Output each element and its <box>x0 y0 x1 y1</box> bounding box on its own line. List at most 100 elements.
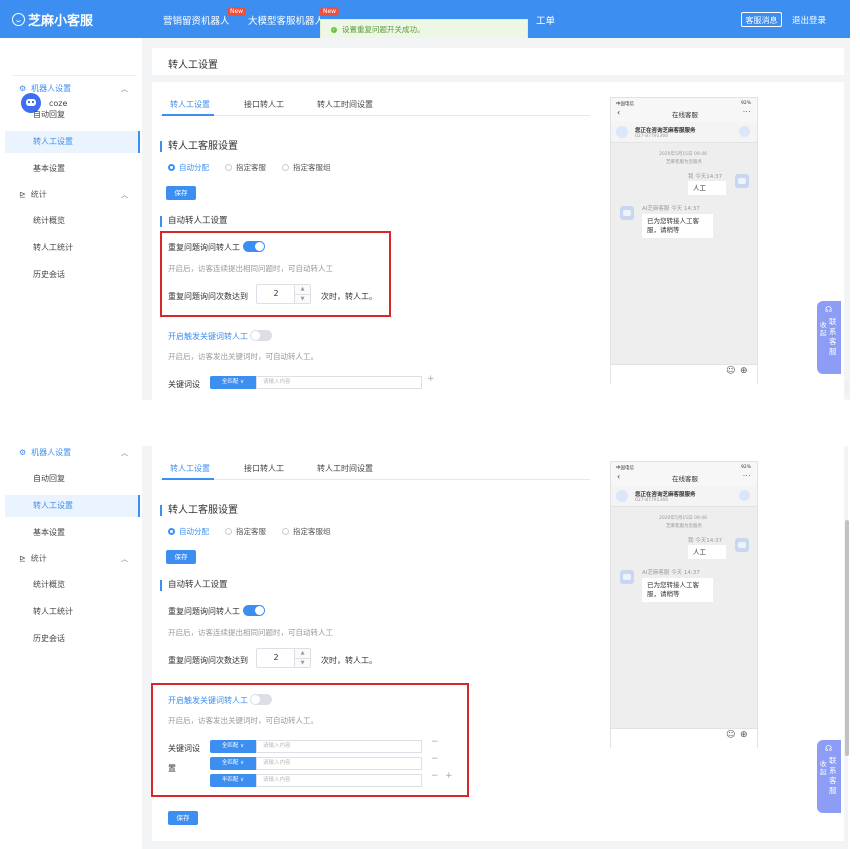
tab-divider <box>160 479 590 480</box>
floating-contact-button[interactable]: ☊ 收起 联系客服 <box>817 740 841 813</box>
service-phone: 027-87791366 <box>635 134 669 139</box>
collapse-label[interactable]: 收起 <box>820 760 827 776</box>
radio-label[interactable]: 指定客服组 <box>293 526 331 537</box>
scrollbar[interactable] <box>845 520 849 756</box>
nav-ticket[interactable]: 工单 <box>536 13 555 27</box>
tab-api-transfer[interactable]: 接口转人工 <box>244 99 284 110</box>
sidebar-group-bot-settings[interactable]: ⚙ 机器人设置 ︿ <box>5 78 140 100</box>
success-check-icon: ✓ <box>331 26 337 33</box>
chat-timestamp: 2020年5月15日 09:46 <box>659 152 707 157</box>
chevron-up-icon: ︿ <box>121 85 128 93</box>
plus-circle-icon: ⊕ <box>740 730 748 740</box>
radio-auto-assign[interactable] <box>168 164 175 171</box>
service-icon <box>616 126 628 138</box>
repeat-question-label: 重复问题询问转人工 <box>168 607 240 616</box>
logout-link[interactable]: 退出登录 <box>792 14 826 26</box>
stepper-arrows[interactable]: ▲ ▼ <box>294 649 310 667</box>
chevron-down-icon[interactable]: ▼ <box>295 659 310 668</box>
service-icon <box>616 490 628 502</box>
save-button-bottom[interactable]: 保存 <box>168 811 198 825</box>
tab-transfer-time[interactable]: 转人工时间设置 <box>317 99 373 110</box>
repeat-question-toggle[interactable] <box>243 605 265 616</box>
tab-transfer-time[interactable]: 转人工时间设置 <box>317 463 373 474</box>
tab-active-indicator <box>162 478 214 480</box>
sidebar-item-transfer-settings[interactable]: 转人工设置 <box>5 131 140 153</box>
scrollbar[interactable] <box>845 380 849 394</box>
radio-label[interactable]: 自动分配 <box>179 162 209 173</box>
phone-battery: 92% <box>740 101 751 106</box>
radio-label[interactable]: 自动分配 <box>179 526 209 537</box>
repeat-count-stepper[interactable]: 2 ▲ ▼ <box>256 648 311 668</box>
radio-label[interactable]: 指定客服组 <box>293 162 331 173</box>
service-name: 您正在咨询芝麻客服服务 <box>635 128 696 134</box>
chevron-up-icon[interactable]: ▲ <box>295 649 310 659</box>
repeat-count-label: 重复问题询问次数达到 <box>168 656 248 665</box>
keyword-input[interactable]: 请输入内容 <box>256 376 422 389</box>
app-logo[interactable]: 芝麻小客服 <box>12 10 93 29</box>
contact-label[interactable]: 联系客服 <box>829 317 838 357</box>
customer-service-message-button[interactable]: 客服消息 <box>741 12 782 27</box>
collapse-label[interactable]: 收起 <box>820 321 827 337</box>
headset-icon: ☊ <box>825 305 833 314</box>
user-message-meta: 我 今天14:37 <box>688 174 723 180</box>
sidebar-item-stats-overview[interactable]: 统计概览 <box>5 210 140 232</box>
sidebar-group-label: 机器人设置 <box>31 448 72 457</box>
sidebar-item-transfer-stats[interactable]: 转人工统计 <box>5 237 140 259</box>
back-icon: ‹ <box>617 108 621 117</box>
sidebar-group-statistics[interactable]: ⊵ 统计 ︿ <box>5 548 140 570</box>
keyword-transfer-toggle[interactable] <box>250 330 272 341</box>
radio-specific-agent[interactable] <box>225 164 232 171</box>
sidebar-item-history[interactable]: 历史会话 <box>5 264 140 286</box>
sidebar-item-auto-reply[interactable]: 自动回复 <box>5 104 140 126</box>
chevron-up-icon: ︿ <box>121 191 128 199</box>
highlight-box <box>151 683 469 797</box>
toast-message: 设置重复问题开关成功。 <box>342 25 425 34</box>
phone-preview: 中国电信 92% ‹ 在线客服 ··· 您正在咨询芝麻客服服务 027-8779… <box>610 97 758 384</box>
add-keyword-icon[interactable]: + <box>427 374 435 384</box>
radio-label[interactable]: 指定客服 <box>236 162 266 173</box>
chevron-up-icon: ︿ <box>121 449 128 457</box>
tab-api-transfer[interactable]: 接口转人工 <box>244 463 284 474</box>
chevron-up-icon: ︿ <box>121 555 128 563</box>
sidebar-item-transfer-settings[interactable]: 转人工设置 <box>5 495 140 517</box>
page-title: 转人工设置 <box>168 60 218 71</box>
radio-specific-group[interactable] <box>282 164 289 171</box>
save-button[interactable]: 保存 <box>166 186 196 200</box>
bot-message-meta: AI芝麻客服 今天 14:37 <box>642 570 700 576</box>
sidebar-item-basic-settings[interactable]: 基本设置 <box>5 522 140 544</box>
section-title-auto-transfer: 自动转人工设置 <box>160 580 228 591</box>
tab-divider <box>160 115 590 116</box>
match-type-select[interactable]: 全匹配 ∨ <box>210 376 256 389</box>
sidebar-item-auto-reply[interactable]: 自动回复 <box>5 468 140 490</box>
logo-icon <box>12 13 25 26</box>
radio-label[interactable]: 指定客服 <box>236 526 266 537</box>
chat-timestamp-sub: 芝麻客服为您服务 <box>666 524 702 529</box>
sidebar-group-label: 统计 <box>30 190 47 199</box>
assign-mode-radio-group: 自动分配 指定客服 指定客服组 <box>168 162 347 173</box>
sidebar-item-basic-settings[interactable]: 基本设置 <box>5 158 140 180</box>
sidebar-group-label: 机器人设置 <box>31 84 72 93</box>
tab-transfer-settings[interactable]: 转人工设置 <box>170 463 210 474</box>
sidebar-item-transfer-stats[interactable]: 转人工统计 <box>5 601 140 623</box>
gear-icon: ⚙ <box>19 84 27 93</box>
nav-marketing-bot[interactable]: 营销留资机器人 <box>163 13 230 27</box>
sidebar-item-history[interactable]: 历史会话 <box>5 628 140 650</box>
radio-auto-assign[interactable] <box>168 528 175 535</box>
sidebar-item-stats-overview[interactable]: 统计概览 <box>5 574 140 596</box>
screenshot-gap <box>0 400 860 446</box>
radio-specific-group[interactable] <box>282 528 289 535</box>
repeat-count-value[interactable]: 2 <box>257 653 295 662</box>
service-name: 您正在咨询芝麻客服服务 <box>635 492 696 498</box>
new-badge: New <box>227 7 247 16</box>
nav-llm-bot[interactable]: 大模型客服机器人 <box>248 13 324 27</box>
sidebar-group-statistics[interactable]: ⊵ 统计 ︿ <box>5 184 140 206</box>
save-button[interactable]: 保存 <box>166 550 196 564</box>
radio-specific-agent[interactable] <box>225 528 232 535</box>
bot-message-meta: AI芝麻客服 今天 14:37 <box>642 206 700 212</box>
highlight-box <box>160 231 391 317</box>
floating-contact-button[interactable]: ☊ 收起 联系客服 <box>817 301 841 374</box>
sidebar-group-bot-settings[interactable]: ⚙ 机器人设置 ︿ <box>5 442 140 464</box>
contact-label[interactable]: 联系客服 <box>829 756 838 796</box>
tab-transfer-settings[interactable]: 转人工设置 <box>170 99 210 110</box>
more-icon: ··· <box>742 472 751 480</box>
